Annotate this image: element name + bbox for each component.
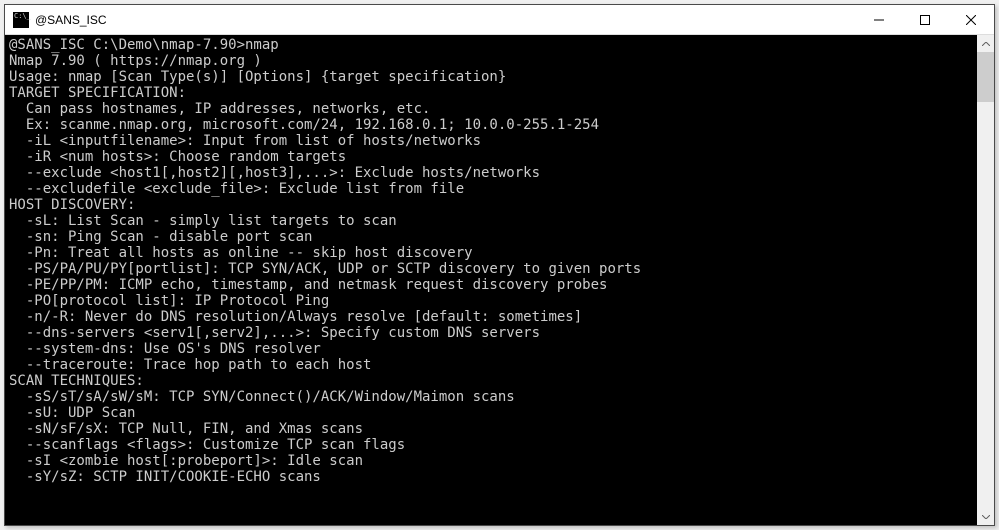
- maximize-button[interactable]: [902, 5, 948, 34]
- terminal-line: TARGET SPECIFICATION:: [9, 85, 973, 101]
- cmd-icon: [13, 12, 29, 28]
- terminal-line: -sS/sT/sA/sW/sM: TCP SYN/Connect()/ACK/W…: [9, 389, 973, 405]
- close-button[interactable]: [948, 5, 994, 34]
- terminal-line: -sU: UDP Scan: [9, 405, 973, 421]
- scroll-thumb[interactable]: [977, 52, 994, 102]
- terminal-line: -sL: List Scan - simply list targets to …: [9, 213, 973, 229]
- close-icon: [966, 15, 976, 25]
- arrow-down-icon: [982, 515, 990, 519]
- terminal-output[interactable]: @SANS_ISC C:\Demo\nmap-7.90>nmapNmap 7.9…: [5, 35, 977, 525]
- terminal-line: Can pass hostnames, IP addresses, networ…: [9, 101, 973, 117]
- terminal-area: @SANS_ISC C:\Demo\nmap-7.90>nmapNmap 7.9…: [5, 35, 994, 525]
- terminal-line: -PS/PA/PU/PY[portlist]: TCP SYN/ACK, UDP…: [9, 261, 973, 277]
- terminal-line: -Pn: Treat all hosts as online -- skip h…: [9, 245, 973, 261]
- arrow-up-icon: [982, 42, 990, 46]
- terminal-line: -sY/sZ: SCTP INIT/COOKIE-ECHO scans: [9, 469, 973, 485]
- terminal-line: HOST DISCOVERY:: [9, 197, 973, 213]
- terminal-line: -iL <inputfilename>: Input from list of …: [9, 133, 973, 149]
- terminal-line: --dns-servers <serv1[,serv2],...>: Speci…: [9, 325, 973, 341]
- scroll-track[interactable]: [977, 52, 994, 508]
- terminal-line: --traceroute: Trace hop path to each hos…: [9, 357, 973, 373]
- window-title: @SANS_ISC: [35, 13, 856, 27]
- minimize-icon: [874, 15, 884, 25]
- minimize-button[interactable]: [856, 5, 902, 34]
- terminal-line: --exclude <host1[,host2][,host3],...>: E…: [9, 165, 973, 181]
- terminal-line: Ex: scanme.nmap.org, microsoft.com/24, 1…: [9, 117, 973, 133]
- terminal-line: -PO[protocol list]: IP Protocol Ping: [9, 293, 973, 309]
- terminal-line: SCAN TECHNIQUES:: [9, 373, 973, 389]
- console-window: @SANS_ISC @SANS_ISC C:\Demo\nmap-7.90>nm…: [4, 4, 995, 526]
- terminal-line: Nmap 7.90 ( https://nmap.org ): [9, 53, 973, 69]
- terminal-line: -sI <zombie host[:probeport]>: Idle scan: [9, 453, 973, 469]
- terminal-line: --scanflags <flags>: Customize TCP scan …: [9, 437, 973, 453]
- terminal-line: --system-dns: Use OS's DNS resolver: [9, 341, 973, 357]
- maximize-icon: [920, 15, 930, 25]
- terminal-line: @SANS_ISC C:\Demo\nmap-7.90>nmap: [9, 37, 973, 53]
- terminal-line: -PE/PP/PM: ICMP echo, timestamp, and net…: [9, 277, 973, 293]
- scroll-up-button[interactable]: [977, 35, 994, 52]
- window-controls: [856, 5, 994, 34]
- vertical-scrollbar[interactable]: [977, 35, 994, 525]
- terminal-line: -sN/sF/sX: TCP Null, FIN, and Xmas scans: [9, 421, 973, 437]
- terminal-line: -iR <num hosts>: Choose random targets: [9, 149, 973, 165]
- scroll-down-button[interactable]: [977, 508, 994, 525]
- terminal-line: --excludefile <exclude_file>: Exclude li…: [9, 181, 973, 197]
- terminal-line: -sn: Ping Scan - disable port scan: [9, 229, 973, 245]
- titlebar[interactable]: @SANS_ISC: [5, 5, 994, 35]
- terminal-line: Usage: nmap [Scan Type(s)] [Options] {ta…: [9, 69, 973, 85]
- terminal-line: -n/-R: Never do DNS resolution/Always re…: [9, 309, 973, 325]
